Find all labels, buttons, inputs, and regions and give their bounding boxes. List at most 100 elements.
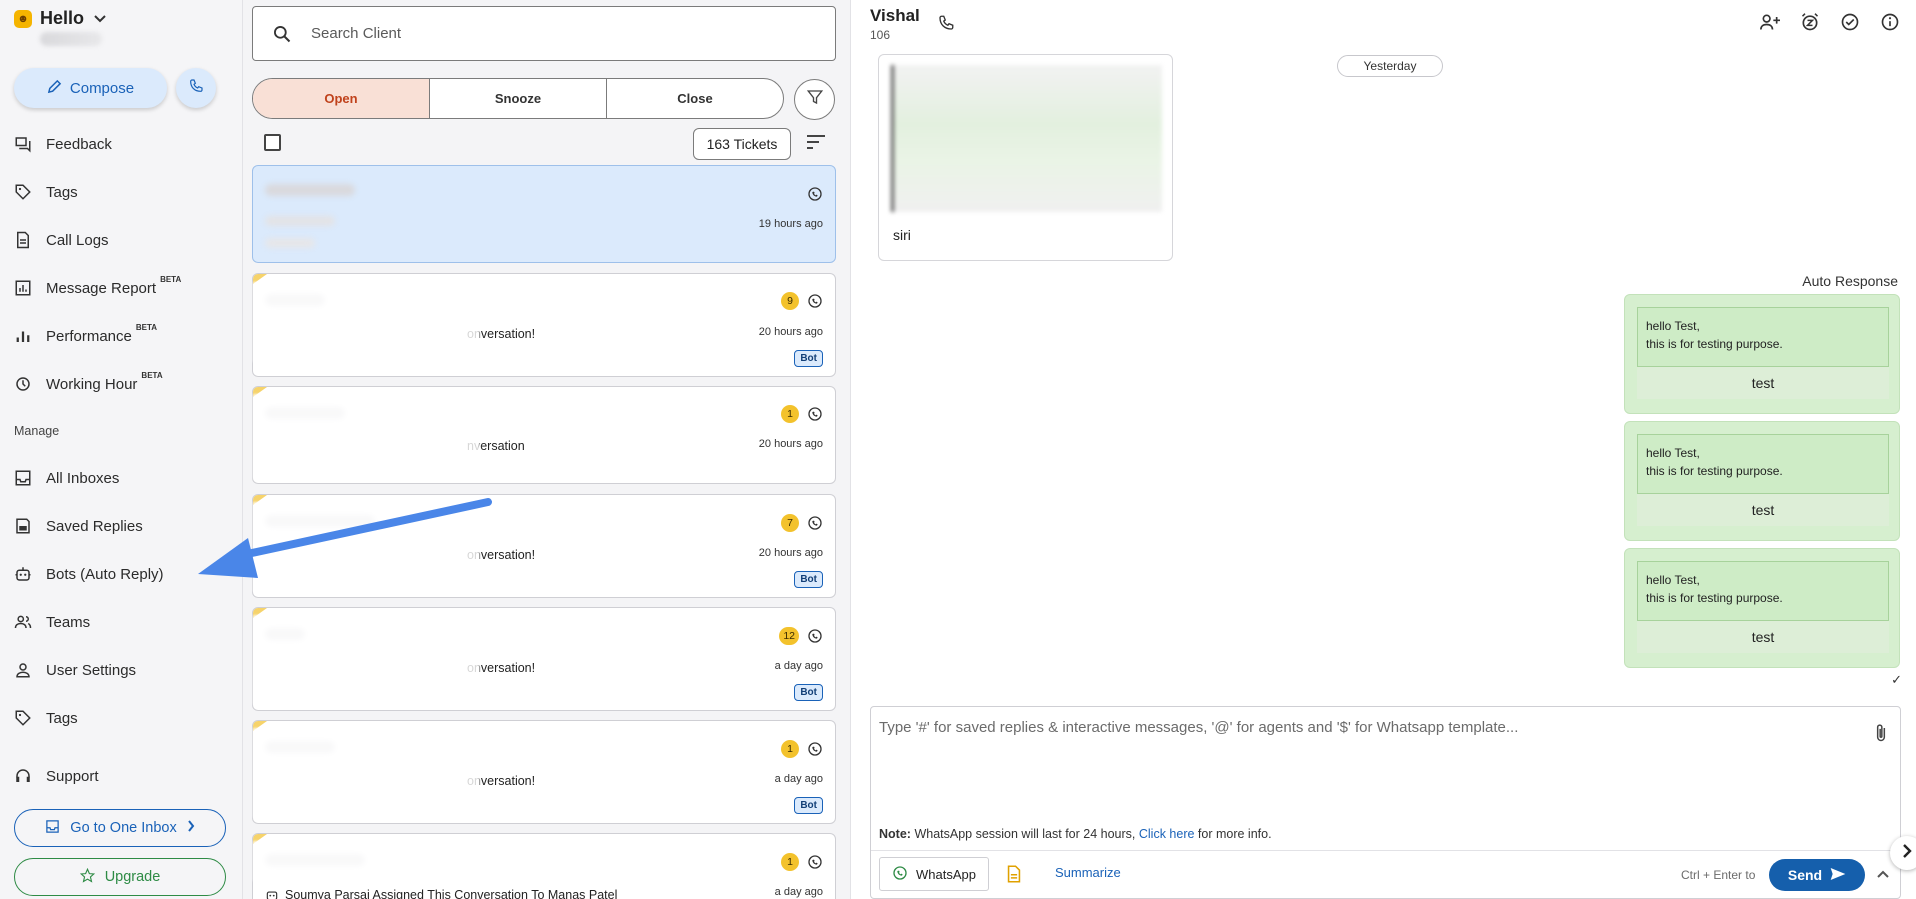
sidebar-item-feedback[interactable]: Feedback bbox=[0, 126, 242, 162]
tab-snooze[interactable]: Snooze bbox=[430, 79, 607, 118]
sidebar-item-all-inboxes[interactable]: All Inboxes bbox=[0, 460, 242, 496]
beta-badge: BETA bbox=[160, 274, 182, 284]
sidebar-item-user-settings[interactable]: User Settings bbox=[0, 652, 242, 688]
sidebar-item-message-report[interactable]: Message ReportBETA bbox=[0, 270, 242, 306]
call-button[interactable] bbox=[176, 68, 216, 108]
click-here-link[interactable]: Click here bbox=[1139, 827, 1195, 841]
summarize-button[interactable]: Summarize bbox=[1055, 865, 1121, 880]
ticket-time: a day ago bbox=[774, 886, 823, 898]
whatsapp-icon bbox=[807, 741, 823, 757]
sidebar-item-teams[interactable]: Teams bbox=[0, 604, 242, 640]
ticket-count: 163 Tickets bbox=[693, 128, 791, 160]
sidebar-item-call-logs[interactable]: Call Logs bbox=[0, 222, 242, 258]
message-input[interactable] bbox=[879, 719, 1839, 819]
ticket-preview: onversation! bbox=[467, 548, 536, 562]
team-icon bbox=[0, 613, 46, 631]
ticket-flag bbox=[253, 274, 267, 284]
auto-response-label: Auto Response bbox=[1802, 273, 1898, 289]
compose-button[interactable]: Compose bbox=[14, 68, 167, 108]
ticket-item[interactable]: onversation! 1 a day ago Bot bbox=[252, 720, 836, 824]
sidebar-item-label: Saved Replies bbox=[46, 517, 143, 535]
sidebar-item-tags-manage[interactable]: Tags bbox=[0, 700, 242, 736]
whatsapp-icon bbox=[807, 628, 823, 644]
go-to-one-inbox-button[interactable]: Go to One Inbox bbox=[14, 809, 226, 847]
user-icon bbox=[0, 661, 46, 679]
sidebar-item-working-hour[interactable]: Working HourBETA bbox=[0, 366, 242, 402]
go-to-one-inbox-label: Go to One Inbox bbox=[70, 820, 177, 836]
sidebar-item-label: Support bbox=[46, 767, 99, 785]
snooze-icon[interactable] bbox=[1798, 10, 1822, 34]
ticket-item[interactable]: 19 hours ago bbox=[252, 165, 836, 263]
brand-switcher[interactable]: ☻ Hello bbox=[14, 8, 106, 29]
outgoing-message: hello Test, this is for testing purpose.… bbox=[1624, 421, 1900, 541]
incoming-message: siri bbox=[878, 54, 1173, 261]
sidebar-item-support[interactable]: Support bbox=[0, 758, 242, 794]
ticket-time: 19 hours ago bbox=[758, 218, 823, 230]
quick-reply-button[interactable]: test bbox=[1637, 494, 1889, 526]
message-line: this is for testing purpose. bbox=[1646, 591, 1783, 605]
whatsapp-icon bbox=[892, 865, 908, 884]
contact-name: Vishal bbox=[870, 6, 920, 25]
ticket-time: a day ago bbox=[774, 660, 823, 672]
bot-badge: Bot bbox=[794, 797, 823, 814]
sidebar-item-label: Teams bbox=[46, 613, 91, 631]
bot-badge: Bot bbox=[794, 350, 823, 367]
search-input[interactable] bbox=[311, 25, 791, 42]
ticket-item[interactable]: onversation! 9 20 hours ago Bot bbox=[252, 273, 836, 377]
tab-open[interactable]: Open bbox=[253, 79, 430, 118]
ticket-item[interactable]: onversation! 12 a day ago Bot bbox=[252, 607, 836, 711]
expand-panel-button[interactable] bbox=[1890, 836, 1916, 870]
ticket-item[interactable]: nversation 1 20 hours ago bbox=[252, 386, 836, 484]
tab-close[interactable]: Close bbox=[607, 79, 783, 118]
send-button[interactable]: Send bbox=[1769, 859, 1865, 891]
star-icon bbox=[79, 867, 95, 887]
blurred-contact-name bbox=[265, 628, 305, 640]
ticket-item[interactable]: 1 a day ago Soumya Parsai Assigned This … bbox=[252, 833, 836, 899]
select-all-checkbox[interactable] bbox=[264, 134, 281, 151]
template-document-icon[interactable] bbox=[1007, 865, 1021, 888]
chevron-up-icon[interactable] bbox=[1877, 867, 1889, 881]
attachment-icon[interactable] bbox=[1874, 723, 1888, 748]
sidebar-item-bots[interactable]: Bots (Auto Reply) bbox=[0, 556, 242, 592]
sidebar-item-performance[interactable]: PerformanceBETA bbox=[0, 318, 242, 354]
sort-button[interactable] bbox=[803, 131, 829, 157]
ticket-flag bbox=[253, 495, 267, 505]
sidebar-item-label: Message ReportBETA bbox=[46, 275, 181, 297]
message-report-label: Message Report bbox=[46, 279, 157, 297]
ticket-preview: onversation! bbox=[467, 774, 536, 788]
conversation-panel: Vishal 106 Yesterday siri Auto Response … bbox=[852, 0, 1916, 899]
search-box[interactable] bbox=[252, 6, 836, 61]
resolve-check-icon[interactable] bbox=[1838, 10, 1862, 34]
info-icon[interactable] bbox=[1878, 10, 1902, 34]
sidebar-item-label: Tags bbox=[46, 183, 78, 201]
sidebar-item-label: Feedback bbox=[46, 135, 112, 153]
inbox-icon bbox=[0, 469, 46, 487]
blurred-contact-name bbox=[265, 741, 335, 753]
whatsapp-icon bbox=[807, 293, 823, 309]
sidebar-item-saved-replies[interactable]: Saved Replies bbox=[0, 508, 242, 544]
message-body: hello Test, this is for testing purpose. bbox=[1637, 307, 1889, 367]
channel-whatsapp-tab[interactable]: WhatsApp bbox=[879, 857, 989, 891]
ticket-flag bbox=[253, 608, 267, 618]
filter-button[interactable] bbox=[794, 79, 835, 120]
message-body: hello Test, this is for testing purpose. bbox=[1637, 434, 1889, 494]
whatsapp-icon bbox=[807, 406, 823, 422]
assign-user-icon[interactable] bbox=[1758, 10, 1782, 34]
outgoing-message: hello Test, this is for testing purpose.… bbox=[1624, 548, 1900, 668]
sidebar-item-tags[interactable]: Tags bbox=[0, 174, 242, 210]
shortcut-hint: Ctrl + Enter to bbox=[1681, 868, 1756, 882]
sidebar: ☻ Hello Compose Feedback Tags Call Logs … bbox=[0, 0, 243, 899]
bot-badge: Bot bbox=[794, 571, 823, 588]
whatsapp-icon bbox=[807, 515, 823, 531]
quick-reply-button[interactable]: test bbox=[1637, 621, 1889, 653]
message-line: hello Test, bbox=[1646, 319, 1700, 333]
quick-reply-button[interactable]: test bbox=[1637, 367, 1889, 399]
blurred-contact-name bbox=[265, 294, 325, 306]
incoming-image-blurred bbox=[891, 65, 1162, 212]
upgrade-button[interactable]: Upgrade bbox=[14, 858, 226, 896]
performance-icon bbox=[0, 327, 46, 345]
message-line: this is for testing purpose. bbox=[1646, 464, 1783, 478]
phone-icon[interactable] bbox=[937, 14, 955, 37]
upgrade-label: Upgrade bbox=[104, 869, 161, 885]
ticket-item[interactable]: onversation! 7 20 hours ago Bot bbox=[252, 494, 836, 598]
